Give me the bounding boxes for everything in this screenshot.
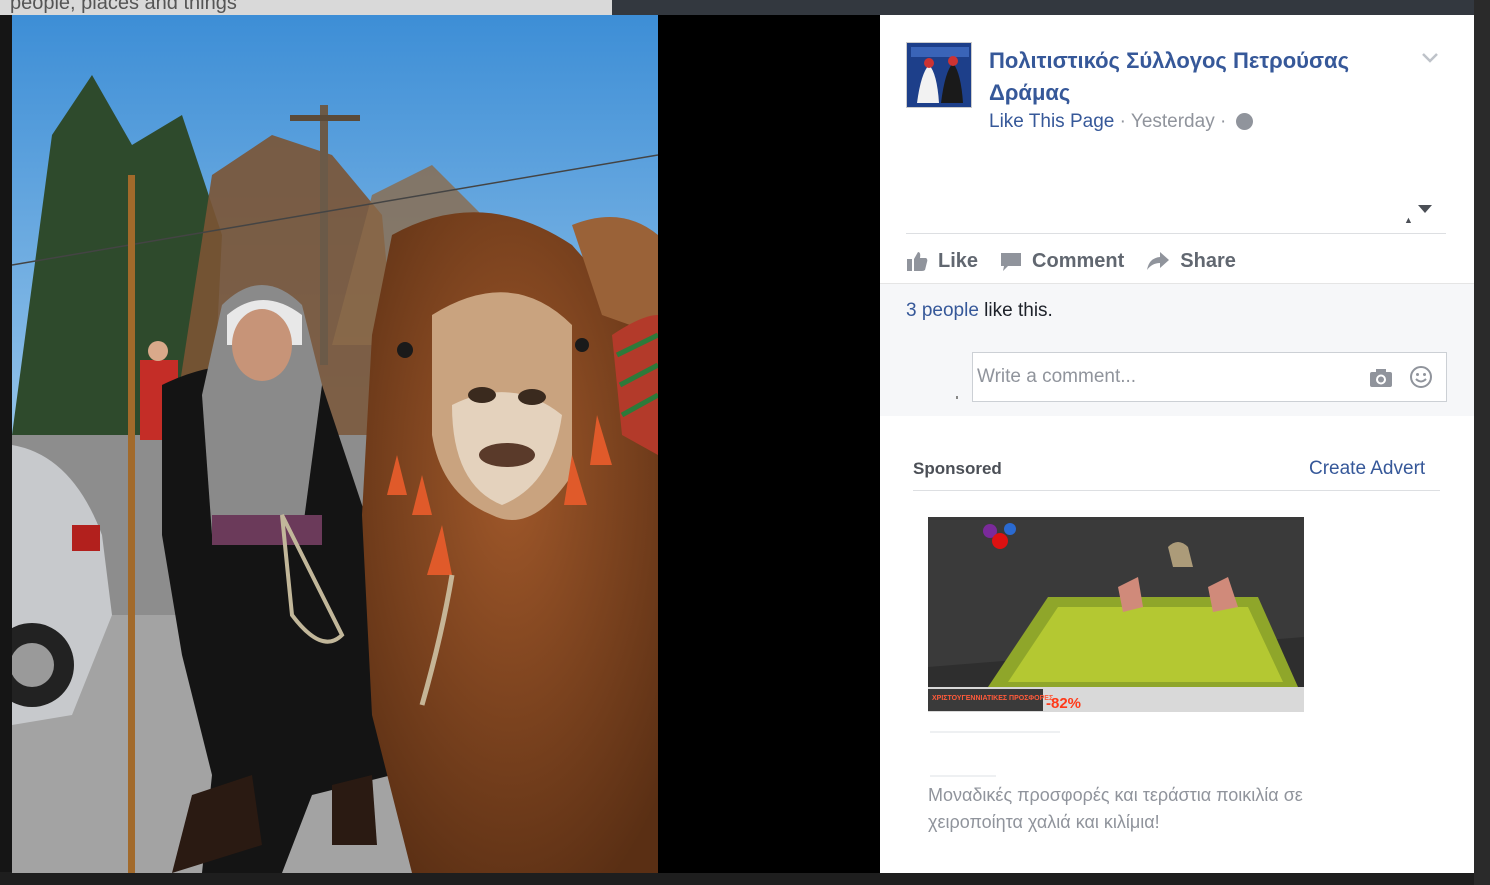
ad-discount: -82% bbox=[1046, 695, 1081, 712]
comment-icon bbox=[1001, 253, 1022, 271]
background-search-bar: people, places and things bbox=[0, 0, 612, 15]
avatar-image bbox=[907, 43, 971, 107]
like-this-page-link[interactable]: Like This Page bbox=[989, 111, 1114, 132]
page-avatar[interactable] bbox=[906, 42, 972, 108]
background-navbar bbox=[612, 0, 1490, 15]
background-bottom bbox=[0, 872, 1490, 885]
ad-banner-text: ΧΡΙΣΤΟΥΓΕΝΝΙΑΤΙΚΕΣ ΠΡΟΣΦΟΡΕΣ bbox=[932, 695, 1053, 702]
ad-domain-placeholder bbox=[930, 775, 996, 777]
share-label: Share bbox=[1180, 249, 1236, 272]
caption-dropdown-caret-icon[interactable] bbox=[1418, 205, 1432, 213]
text-cursor-mark: ▲ bbox=[1404, 215, 1413, 225]
comment-input[interactable] bbox=[977, 353, 1357, 401]
share-button[interactable]: Share bbox=[1146, 250, 1236, 273]
comment-label: Comment bbox=[1032, 249, 1125, 272]
ad-image[interactable]: ΧΡΙΣΤΟΥΓΕΝΝΙΑΤΙΚΕΣ ΠΡΟΣΦΟΡΕΣ -82% bbox=[928, 517, 1304, 712]
emoji-icon[interactable] bbox=[1409, 365, 1433, 389]
ad-title-placeholder bbox=[930, 731, 1060, 733]
ad-description[interactable]: Μοναδικές προσφορές και τεράστια ποικιλί… bbox=[928, 782, 1368, 836]
meta-separator: · bbox=[1219, 111, 1227, 132]
likes-people-link[interactable]: 3 people bbox=[906, 300, 979, 321]
likes-suffix: like this. bbox=[978, 300, 1053, 321]
post-timestamp[interactable]: Yesterday bbox=[1131, 111, 1215, 132]
background-right bbox=[1474, 0, 1490, 885]
create-advert-link[interactable]: Create Advert bbox=[1309, 458, 1425, 480]
photo-camel-and-man bbox=[12, 15, 658, 873]
comment-box[interactable] bbox=[972, 352, 1447, 402]
post-actions: Like Comment Share bbox=[906, 243, 1258, 279]
comment-avatar-placeholder bbox=[956, 396, 958, 399]
divider bbox=[906, 233, 1446, 234]
divider bbox=[913, 490, 1440, 491]
chevron-down-icon[interactable] bbox=[1420, 48, 1440, 68]
like-button[interactable]: Like bbox=[906, 250, 978, 273]
likes-and-comments: 3 people like this. bbox=[880, 283, 1474, 416]
share-icon bbox=[1147, 252, 1170, 270]
comment-button[interactable]: Comment bbox=[1000, 250, 1124, 273]
like-label: Like bbox=[938, 249, 979, 272]
page-name-link[interactable]: Πολιτιστικός Σύλλογος Πετρούσας Δράμας bbox=[989, 45, 1409, 109]
post-meta: Like This Page · Yesterday · bbox=[989, 111, 1253, 133]
meta-separator: · bbox=[1119, 111, 1126, 132]
camera-icon[interactable] bbox=[1369, 368, 1393, 388]
globe-icon[interactable] bbox=[1235, 113, 1253, 130]
sponsored-heading: Sponsored bbox=[913, 459, 1002, 478]
thumbs-up-icon bbox=[907, 252, 928, 271]
background-search-text: people, places and things bbox=[10, 0, 237, 14]
likes-summary: 3 people like this. bbox=[906, 300, 1053, 322]
post-panel: Πολιτιστικός Σύλλογος Πετρούσας Δράμας L… bbox=[880, 15, 1474, 873]
ad-banner-graphic: ΧΡΙΣΤΟΥΓΕΝΝΙΑΤΙΚΕΣ ΠΡΟΣΦΟΡΕΣ -82% bbox=[928, 517, 1304, 712]
post-photo[interactable] bbox=[12, 15, 658, 873]
